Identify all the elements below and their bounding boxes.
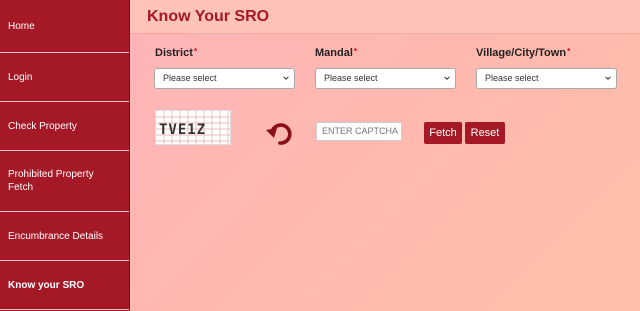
captcha-image: TVE1Z — [155, 110, 231, 145]
page-title: Know Your SRO — [147, 8, 270, 25]
required-mark: * — [193, 47, 198, 56]
district-label: District* — [155, 47, 197, 59]
required-mark: * — [353, 47, 358, 56]
village-select-value: Please select — [485, 73, 539, 83]
sidebar-item-encumbrance-details[interactable]: Encumbrance Details — [0, 212, 129, 261]
mandal-label-text: Mandal — [315, 47, 353, 59]
sidebar-item-label: Know your SRO — [8, 279, 85, 291]
main-content: Know Your SRO District* Please select Ma… — [130, 0, 640, 311]
fetch-button[interactable]: Fetch — [424, 122, 462, 144]
district-select[interactable]: Please select — [154, 68, 295, 89]
mandal-label: Mandal* — [315, 47, 357, 59]
captcha-text: TVE1Z — [159, 122, 206, 138]
sidebar-item-label: Prohibited Property Fetch — [8, 169, 94, 193]
sidebar-item-prohibited-property-fetch[interactable]: Prohibited Property Fetch — [0, 151, 129, 212]
village-label-text: Village/City/Town — [476, 47, 567, 59]
district-label-text: District — [155, 47, 193, 59]
sidebar-item-label: Check Property — [8, 120, 77, 132]
mandal-select-value: Please select — [324, 73, 378, 83]
reset-button[interactable]: Reset — [465, 122, 505, 144]
sidebar-item-know-your-sro[interactable]: Know your SRO — [0, 261, 129, 310]
chevron-down-icon — [283, 76, 289, 80]
captcha-input[interactable]: ENTER CAPTCHA — [316, 122, 402, 141]
captcha-input-placeholder: ENTER CAPTCHA — [322, 126, 399, 136]
district-select-value: Please select — [163, 73, 217, 83]
sidebar-item-label: Login — [8, 71, 33, 83]
sidebar-item-label: Encumbrance Details — [8, 230, 104, 242]
sidebar-item-check-property[interactable]: Check Property — [0, 102, 129, 151]
village-label: Village/City/Town* — [476, 47, 570, 59]
village-select[interactable]: Please select — [476, 68, 617, 89]
sidebar-item-label: Home — [8, 20, 35, 32]
chevron-down-icon — [605, 76, 611, 80]
mandal-select[interactable]: Please select — [315, 68, 456, 89]
chevron-down-icon — [444, 76, 450, 80]
sidebar-item-login[interactable]: Login — [0, 53, 129, 102]
sidebar-nav: Home Login Check Property Prohibited Pro… — [0, 0, 130, 311]
required-mark: * — [567, 47, 571, 56]
page-header: Know Your SRO — [130, 0, 640, 34]
sidebar-item-home[interactable]: Home — [0, 0, 129, 53]
refresh-icon[interactable] — [265, 119, 295, 149]
